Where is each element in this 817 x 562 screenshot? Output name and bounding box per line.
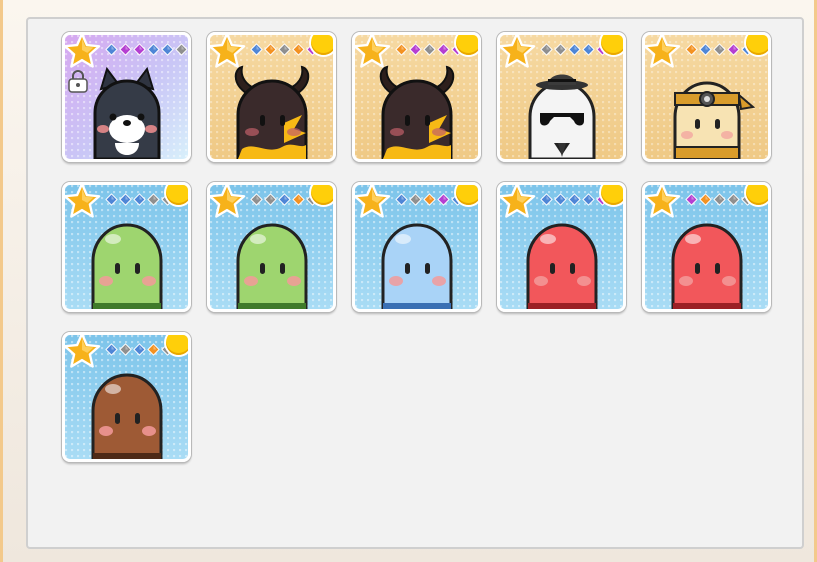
gem-icon [582,43,595,56]
gem-icon [278,43,291,56]
coin-icon [601,35,623,55]
gem-icon [105,193,118,206]
character-card-red-2[interactable] [642,182,771,312]
collection-panel [26,17,804,549]
coin-icon [456,35,478,55]
character-portrait [673,81,755,159]
gem-icon [105,43,118,56]
gem-icon [699,43,712,56]
gem-icon [250,43,263,56]
gem-icon [161,43,174,56]
gem-row [540,193,609,206]
character-portrait [91,373,163,459]
coin-icon [166,335,188,355]
character-portrait [671,223,743,309]
gem-row [250,193,319,206]
character-card-dog[interactable] [62,32,191,162]
character-portrait [528,74,596,159]
gem-row [685,193,754,206]
gem-icon [175,43,188,56]
gem-row [105,193,174,206]
gem-icon [727,43,740,56]
gem-icon [713,43,726,56]
gem-icon [147,193,160,206]
character-portrait [526,223,598,309]
gem-icon [119,43,132,56]
gem-icon [582,193,595,206]
gem-icon [119,193,132,206]
character-card-demon-2[interactable] [352,32,481,162]
character-card-green-2[interactable] [207,182,336,312]
gem-icon [292,43,305,56]
coin-icon [746,185,768,205]
gem-icon [423,43,436,56]
gem-row [250,43,319,56]
coin-icon [746,35,768,55]
gem-icon [264,43,277,56]
character-card-brown[interactable] [62,332,191,462]
gem-icon [437,193,450,206]
character-portrait [234,65,310,159]
character-portrait [91,223,163,309]
gem-icon [250,193,263,206]
character-portrait [236,223,308,309]
gem-icon [540,193,553,206]
gem-icon [727,193,740,206]
gem-icon [147,43,160,56]
gem-icon [423,193,436,206]
character-portrait [379,65,455,159]
gem-icon [292,193,305,206]
gem-row [105,43,188,56]
character-card-ninja[interactable] [642,32,771,162]
gem-icon [699,193,712,206]
character-card-demon-1[interactable] [207,32,336,162]
gem-icon [395,193,408,206]
gem-icon [685,193,698,206]
character-portrait [93,66,161,159]
gem-row [540,43,609,56]
gem-icon [409,193,422,206]
coin-icon [311,185,333,205]
gem-icon [119,343,132,356]
coin-icon [456,185,478,205]
gem-icon [713,193,726,206]
gem-icon [409,43,422,56]
character-card-red-1[interactable] [497,182,626,312]
character-portrait [381,223,453,309]
gem-icon [568,193,581,206]
gem-icon [133,193,146,206]
character-card-green-1[interactable] [62,182,191,312]
gem-icon [147,343,160,356]
gem-row [395,43,464,56]
gem-row [105,343,174,356]
gem-icon [685,43,698,56]
coin-icon [311,35,333,55]
gem-icon [437,43,450,56]
gem-icon [264,193,277,206]
gem-icon [278,193,291,206]
gem-icon [554,193,567,206]
gem-icon [395,43,408,56]
gem-icon [133,43,146,56]
gem-row [395,193,464,206]
character-card-light-blue[interactable] [352,182,481,312]
gem-icon [540,43,553,56]
character-card-agent[interactable] [497,32,626,162]
window-frame [0,0,817,562]
gem-row [685,43,754,56]
gem-icon [554,43,567,56]
gem-icon [105,343,118,356]
gem-icon [568,43,581,56]
coin-icon [166,185,188,205]
gem-icon [133,343,146,356]
coin-icon [601,185,623,205]
